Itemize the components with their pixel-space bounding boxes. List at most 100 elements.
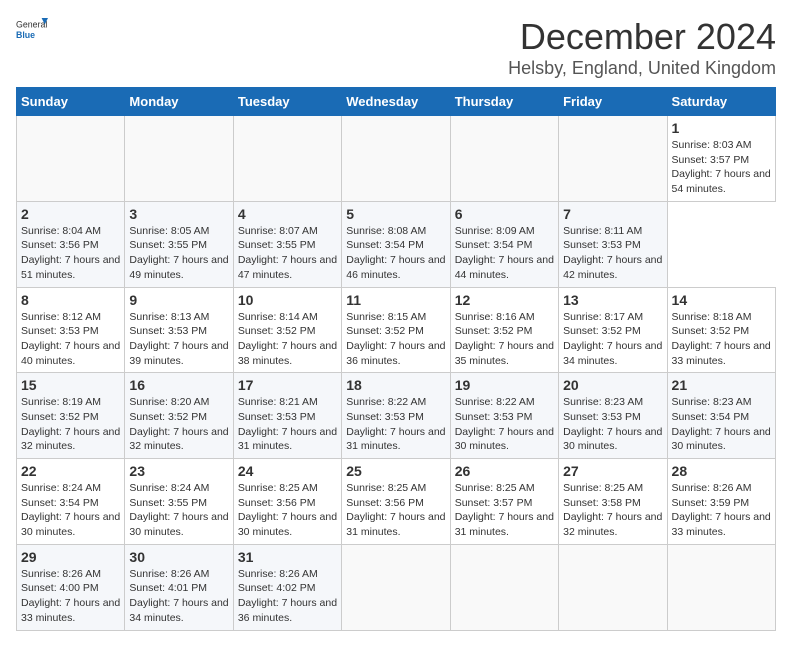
day-cell: 10Sunrise: 8:14 AMSunset: 3:52 PMDayligh… [233, 287, 341, 373]
day-number: 17 [238, 377, 337, 393]
day-cell: 4Sunrise: 8:07 AMSunset: 3:55 PMDaylight… [233, 201, 341, 287]
day-cell: 26 Sunrise: 8:25 AMSunset: 3:57 PMDayligh… [450, 459, 558, 545]
day-cell: 19 Sunrise: 8:22 AMSunset: 3:53 PMDayligh… [450, 373, 558, 459]
day-number: 3 [129, 206, 228, 222]
day-info: Sunrise: 8:26 AMSunset: 4:00 PMDaylight:… [21, 568, 120, 624]
day-info: Sunrise: 8:03 AMSunset: 3:57 PMDaylight:… [672, 139, 771, 195]
day-number: 12 [455, 292, 554, 308]
day-info: Sunrise: 8:08 AMSunset: 3:54 PMDaylight:… [346, 225, 445, 281]
day-info: Sunrise: 8:25 AMSunset: 3:58 PMDaylight:… [563, 482, 662, 538]
day-number: 5 [346, 206, 445, 222]
location-title: Helsby, England, United Kingdom [508, 58, 776, 79]
day-number: 7 [563, 206, 662, 222]
day-cell: 30 Sunrise: 8:26 AMSunset: 4:01 PMDayligh… [125, 544, 233, 630]
calendar-header-wednesday: Wednesday [342, 88, 450, 116]
calendar-header-tuesday: Tuesday [233, 88, 341, 116]
day-number: 25 [346, 463, 445, 479]
calendar-week-row: 15 Sunrise: 8:19 AMSunset: 3:52 PMDayligh… [17, 373, 776, 459]
day-info: Sunrise: 8:18 AMSunset: 3:52 PMDaylight:… [672, 311, 771, 367]
empty-day-cell [450, 116, 558, 202]
calendar-week-row: 29 Sunrise: 8:26 AMSunset: 4:00 PMDayligh… [17, 544, 776, 630]
day-number: 29 [21, 549, 120, 565]
svg-text:General: General [16, 20, 47, 30]
day-cell: 11Sunrise: 8:15 AMSunset: 3:52 PMDayligh… [342, 287, 450, 373]
day-info: Sunrise: 8:05 AMSunset: 3:55 PMDaylight:… [129, 225, 228, 281]
day-number: 30 [129, 549, 228, 565]
day-cell: 22 Sunrise: 8:24 AMSunset: 3:54 PMDayligh… [17, 459, 125, 545]
day-number: 15 [21, 377, 120, 393]
empty-day-cell [233, 116, 341, 202]
day-cell: 28Sunrise: 8:26 AMSunset: 3:59 PMDayligh… [667, 459, 775, 545]
calendar-week-row: 22 Sunrise: 8:24 AMSunset: 3:54 PMDayligh… [17, 459, 776, 545]
day-number: 16 [129, 377, 228, 393]
day-info: Sunrise: 8:21 AMSunset: 3:53 PMDaylight:… [238, 396, 337, 452]
day-cell: 8 Sunrise: 8:12 AMSunset: 3:53 PMDaylight… [17, 287, 125, 373]
calendar-header-friday: Friday [559, 88, 667, 116]
day-info: Sunrise: 8:24 AMSunset: 3:55 PMDaylight:… [129, 482, 228, 538]
day-cell: 24 Sunrise: 8:25 AMSunset: 3:56 PMDayligh… [233, 459, 341, 545]
day-info: Sunrise: 8:16 AMSunset: 3:52 PMDaylight:… [455, 311, 554, 367]
day-cell: 15 Sunrise: 8:19 AMSunset: 3:52 PMDayligh… [17, 373, 125, 459]
day-info: Sunrise: 8:22 AMSunset: 3:53 PMDaylight:… [455, 396, 554, 452]
day-cell: 7 Sunrise: 8:11 AMSunset: 3:53 PMDaylight… [559, 201, 667, 287]
day-cell: 12 Sunrise: 8:16 AMSunset: 3:52 PMDayligh… [450, 287, 558, 373]
empty-day-cell [559, 116, 667, 202]
svg-text:Blue: Blue [16, 30, 35, 40]
day-info: Sunrise: 8:04 AMSunset: 3:56 PMDaylight:… [21, 225, 120, 281]
day-info: Sunrise: 8:11 AMSunset: 3:53 PMDaylight:… [563, 225, 662, 281]
day-info: Sunrise: 8:26 AMSunset: 4:02 PMDaylight:… [238, 568, 337, 624]
day-info: Sunrise: 8:26 AMSunset: 3:59 PMDaylight:… [672, 482, 771, 538]
day-cell: 14 Sunrise: 8:18 AMSunset: 3:52 PMDayligh… [667, 287, 775, 373]
empty-day-cell [125, 116, 233, 202]
day-number: 14 [672, 292, 771, 308]
day-cell: 23 Sunrise: 8:24 AMSunset: 3:55 PMDayligh… [125, 459, 233, 545]
day-info: Sunrise: 8:23 AMSunset: 3:54 PMDaylight:… [672, 396, 771, 452]
day-cell: 13Sunrise: 8:17 AMSunset: 3:52 PMDayligh… [559, 287, 667, 373]
day-number: 26 [455, 463, 554, 479]
day-number: 2 [21, 206, 120, 222]
day-info: Sunrise: 8:19 AMSunset: 3:52 PMDaylight:… [21, 396, 120, 452]
day-number: 27 [563, 463, 662, 479]
calendar-header-sunday: Sunday [17, 88, 125, 116]
day-cell: 2 Sunrise: 8:04 AMSunset: 3:56 PMDaylight… [17, 201, 125, 287]
day-info: Sunrise: 8:12 AMSunset: 3:53 PMDaylight:… [21, 311, 120, 367]
day-info: Sunrise: 8:26 AMSunset: 4:01 PMDaylight:… [129, 568, 228, 624]
day-number: 13 [563, 292, 662, 308]
generalblue-logo-icon: General Blue [16, 16, 48, 44]
day-number: 20 [563, 377, 662, 393]
empty-day-cell [559, 544, 667, 630]
day-number: 10 [238, 292, 337, 308]
day-number: 21 [672, 377, 771, 393]
empty-day-cell [342, 544, 450, 630]
day-info: Sunrise: 8:13 AMSunset: 3:53 PMDaylight:… [129, 311, 228, 367]
day-number: 11 [346, 292, 445, 308]
calendar-week-row: 8 Sunrise: 8:12 AMSunset: 3:53 PMDaylight… [17, 287, 776, 373]
empty-day-cell [342, 116, 450, 202]
day-info: Sunrise: 8:25 AMSunset: 3:56 PMDaylight:… [238, 482, 337, 538]
day-cell: 20 Sunrise: 8:23 AMSunset: 3:53 PMDayligh… [559, 373, 667, 459]
day-cell: 25 Sunrise: 8:25 AMSunset: 3:56 PMDayligh… [342, 459, 450, 545]
day-cell: 21 Sunrise: 8:23 AMSunset: 3:54 PMDayligh… [667, 373, 775, 459]
calendar-header-monday: Monday [125, 88, 233, 116]
day-number: 31 [238, 549, 337, 565]
day-number: 9 [129, 292, 228, 308]
day-number: 4 [238, 206, 337, 222]
day-info: Sunrise: 8:25 AMSunset: 3:57 PMDaylight:… [455, 482, 554, 538]
day-info: Sunrise: 8:25 AMSunset: 3:56 PMDaylight:… [346, 482, 445, 538]
day-info: Sunrise: 8:09 AMSunset: 3:54 PMDaylight:… [455, 225, 554, 281]
day-cell: 5 Sunrise: 8:08 AMSunset: 3:54 PMDaylight… [342, 201, 450, 287]
title-area: December 2024 Helsby, England, United Ki… [508, 16, 776, 79]
day-cell: 27 Sunrise: 8:25 AMSunset: 3:58 PMDayligh… [559, 459, 667, 545]
day-number: 23 [129, 463, 228, 479]
day-number: 18 [346, 377, 445, 393]
day-number: 19 [455, 377, 554, 393]
day-number: 24 [238, 463, 337, 479]
day-number: 22 [21, 463, 120, 479]
calendar-week-row: 1Sunrise: 8:03 AMSunset: 3:57 PMDaylight… [17, 116, 776, 202]
day-cell: 29 Sunrise: 8:26 AMSunset: 4:00 PMDayligh… [17, 544, 125, 630]
day-cell: 1Sunrise: 8:03 AMSunset: 3:57 PMDaylight… [667, 116, 775, 202]
day-cell: 17 Sunrise: 8:21 AMSunset: 3:53 PMDayligh… [233, 373, 341, 459]
day-number: 8 [21, 292, 120, 308]
day-info: Sunrise: 8:23 AMSunset: 3:53 PMDaylight:… [563, 396, 662, 452]
day-info: Sunrise: 8:24 AMSunset: 3:54 PMDaylight:… [21, 482, 120, 538]
